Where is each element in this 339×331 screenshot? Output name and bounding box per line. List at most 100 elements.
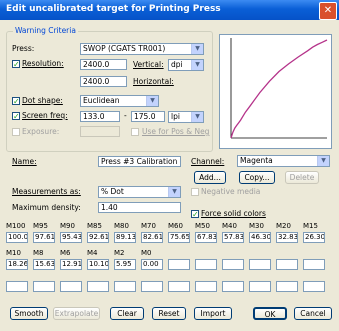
copy-button[interactable]: Copy... — [239, 171, 275, 184]
measurement-cell[interactable]: 26.30 — [303, 232, 325, 243]
channel-select-value: Magenta — [240, 156, 273, 165]
extrapolate-button[interactable]: Extrapolate — [53, 307, 100, 320]
delete-button[interactable]: Delete — [285, 171, 319, 184]
use-pos-neg-label: Use for Pos & Neg — [142, 127, 210, 136]
smooth-button[interactable]: Smooth — [10, 307, 48, 320]
resolution-checkbox[interactable]: ✓ — [12, 60, 20, 69]
measurement-cell[interactable]: 32.83 — [276, 232, 298, 243]
screen-freq-min-input[interactable]: 133.0 — [80, 111, 120, 122]
dot-shape-select[interactable]: Euclidean ▼ — [80, 95, 159, 107]
measurement-cell[interactable] — [249, 281, 271, 292]
negative-media-label: Negative media — [201, 187, 261, 196]
resolution-unit-select[interactable]: dpi ▼ — [168, 59, 204, 71]
measurement-cell[interactable] — [87, 281, 109, 292]
close-button[interactable]: ✕ — [319, 2, 337, 20]
force-solid-label: Force solid colors — [201, 209, 266, 218]
graph-frame — [219, 34, 332, 149]
press-select-value: SWOP (CGATS TR001) — [83, 44, 166, 53]
channel-select[interactable]: Magenta ▼ — [237, 155, 330, 167]
measurement-cell[interactable] — [6, 281, 28, 292]
reset-button[interactable]: Reset — [152, 307, 186, 320]
chevron-down-icon: ▼ — [168, 187, 180, 197]
use-pos-neg-checkbox[interactable] — [131, 128, 139, 136]
measurement-cell[interactable]: 97.61 — [33, 232, 55, 243]
column-header: M6 — [60, 249, 71, 257]
measurement-cell[interactable] — [249, 259, 271, 270]
column-header: M50 — [195, 222, 210, 230]
resolution-horizontal-input[interactable]: 2400.0 — [80, 76, 127, 87]
column-header: M100 — [6, 222, 26, 230]
measurement-cell[interactable] — [168, 259, 190, 270]
channel-label: Channel: — [191, 157, 225, 166]
measurement-cell[interactable] — [222, 281, 244, 292]
name-input[interactable]: Press #3 Calibration — [98, 156, 181, 167]
measurement-cell[interactable] — [141, 281, 163, 292]
column-header: M85 — [87, 222, 102, 230]
resolution-label: Resolution: — [22, 59, 64, 68]
clear-button[interactable]: Clear — [110, 307, 144, 320]
max-density-input[interactable]: 1.40 — [98, 202, 181, 213]
measurement-cell[interactable] — [33, 281, 55, 292]
measurement-cell[interactable]: 92.61 — [87, 232, 109, 243]
exposure-checkbox[interactable] — [12, 128, 20, 136]
horizontal-label: Horizontal: — [133, 77, 174, 86]
title-bar: Edit uncalibrated target for Printing Pr… — [0, 0, 339, 20]
column-header: M70 — [141, 222, 156, 230]
press-select[interactable]: SWOP (CGATS TR001) ▼ — [80, 43, 204, 55]
screen-freq-max-input[interactable]: 175.0 — [131, 111, 165, 122]
measurement-cell[interactable]: 15.63 — [33, 259, 55, 270]
exposure-label: Exposure: — [22, 127, 60, 136]
chevron-down-icon: ▼ — [191, 60, 203, 70]
screen-freq-checkbox[interactable]: ✓ — [12, 112, 20, 121]
measurement-cell[interactable]: 82.61 — [141, 232, 163, 243]
measurement-cell[interactable]: 57.83 — [222, 232, 244, 243]
measurement-cell[interactable]: 67.83 — [195, 232, 217, 243]
exposure-input[interactable] — [80, 126, 120, 137]
measurement-cell[interactable]: 18.26 — [6, 259, 28, 270]
name-label: Name: — [12, 157, 37, 166]
measurement-cell[interactable]: 100.00 — [6, 232, 28, 243]
press-label: Press: — [12, 44, 35, 53]
measurement-cell[interactable]: 95.43 — [60, 232, 82, 243]
measurement-cell[interactable] — [276, 259, 298, 270]
chevron-down-icon: ▼ — [191, 44, 203, 54]
measurement-cell[interactable] — [222, 259, 244, 270]
column-header: M60 — [168, 222, 183, 230]
measurement-cell[interactable]: 0.00 — [141, 259, 163, 270]
resolution-vertical-input[interactable]: 2400.0 — [80, 59, 127, 70]
add-button[interactable]: Add... — [194, 171, 226, 184]
column-header: M4 — [87, 249, 98, 257]
force-solid-checkbox[interactable]: ✓ — [191, 210, 199, 219]
measurement-cell[interactable] — [276, 281, 298, 292]
dot-shape-checkbox[interactable]: ✓ — [12, 97, 20, 106]
measurement-cell[interactable]: 10.10 — [87, 259, 109, 270]
window-title: Edit uncalibrated target for Printing Pr… — [6, 4, 221, 14]
dialog-window: Edit uncalibrated target for Printing Pr… — [0, 0, 339, 331]
measurement-cell[interactable] — [114, 281, 136, 292]
column-header: M10 — [6, 249, 21, 257]
measurement-cell[interactable]: 46.30 — [249, 232, 271, 243]
measurement-cell[interactable] — [60, 281, 82, 292]
cancel-button[interactable]: Cancel — [294, 307, 332, 320]
measurement-cell[interactable]: 75.65 — [168, 232, 190, 243]
measurement-cell[interactable]: 89.13 — [114, 232, 136, 243]
chevron-down-icon: ▼ — [146, 96, 158, 106]
measurement-cell[interactable] — [195, 281, 217, 292]
measurement-cell[interactable]: 5.95 — [114, 259, 136, 270]
measurement-cell[interactable] — [168, 281, 190, 292]
calibration-curve-graph — [219, 34, 332, 149]
ok-button[interactable]: OK — [253, 307, 287, 320]
import-button[interactable]: Import — [194, 307, 232, 320]
measurement-cell[interactable] — [303, 259, 325, 270]
measurement-cell[interactable]: 12.91 — [60, 259, 82, 270]
measurements-label: Measurements as: — [12, 187, 81, 196]
measurement-cell[interactable] — [195, 259, 217, 270]
chevron-down-icon: ▼ — [317, 156, 329, 166]
measurements-select[interactable]: % Dot ▼ — [98, 186, 181, 198]
column-header: M15 — [303, 222, 318, 230]
column-header: M40 — [222, 222, 237, 230]
screen-freq-unit-select[interactable]: lpi ▼ — [168, 111, 204, 123]
measurement-cell[interactable] — [303, 281, 325, 292]
negative-media-checkbox[interactable] — [191, 188, 199, 196]
column-header: M20 — [276, 222, 291, 230]
